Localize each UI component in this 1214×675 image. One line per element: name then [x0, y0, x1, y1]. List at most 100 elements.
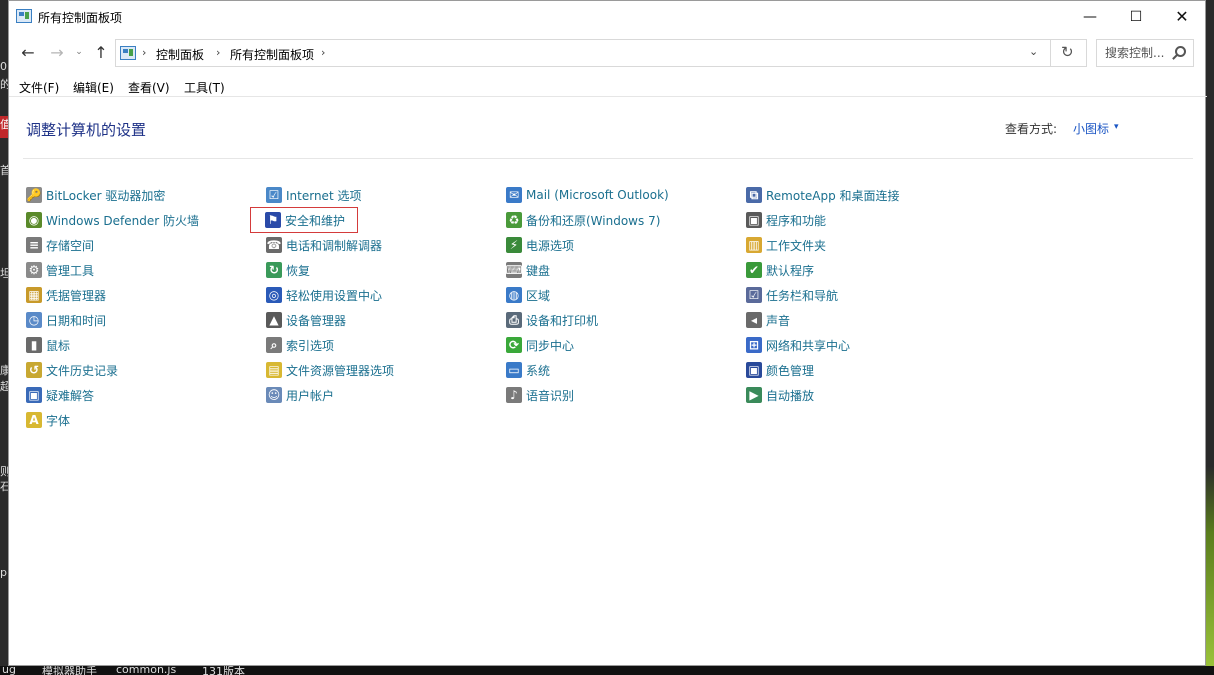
search-box[interactable]	[1096, 39, 1194, 67]
control-panel-item[interactable]: ♻ 备份和还原(Windows 7)	[506, 209, 660, 231]
control-panel-item[interactable]: ≡ 存储空间	[26, 234, 94, 256]
up-button[interactable]: ↑	[91, 41, 111, 63]
control-panel-item[interactable]: ☺ 用户帐户	[266, 384, 334, 406]
control-panel-item[interactable]: ♪ 语音识别	[506, 384, 574, 406]
refresh-button[interactable]: ↻	[1061, 43, 1074, 61]
control-panel-item[interactable]: ▣ 颜色管理	[746, 359, 814, 381]
desktop-text: p	[0, 566, 7, 579]
chevron-right-icon[interactable]: ›	[321, 46, 325, 59]
taskbar-item[interactable]: 模拟器助手	[42, 666, 97, 675]
control-panel-item[interactable]: ⎙ 设备和打印机	[506, 309, 598, 331]
watermark: CSDN @mingjing941018	[977, 646, 1187, 666]
search-icon[interactable]	[1175, 46, 1186, 57]
control-panel-item[interactable]: ☎ 电话和调制解调器	[266, 234, 382, 256]
control-panel-item-label: 存储空间	[46, 238, 95, 253]
troubleshoot-icon: ▣	[26, 387, 42, 403]
address-bar[interactable]: › 控制面板 › 所有控制面板项 › ⌄ ↻	[115, 39, 1087, 67]
control-panel-item[interactable]: ▣ 程序和功能	[746, 209, 826, 231]
control-panel-item[interactable]: ⊞ 网络和共享中心	[746, 334, 850, 356]
divider	[23, 158, 1193, 159]
control-panel-item-label: 工作文件夹	[766, 238, 827, 253]
taskbar-item[interactable]: ug	[2, 666, 16, 675]
close-button[interactable]: ✕	[1159, 1, 1205, 32]
control-panel-item-label: Mail (Microsoft Outlook)	[526, 188, 669, 202]
control-panel-item[interactable]: ⌕ 索引选项	[266, 334, 334, 356]
control-panel-item-label: RemoteApp 和桌面连接	[766, 188, 900, 203]
control-panel-item[interactable]: A 字体	[26, 409, 70, 431]
menu-file[interactable]: 文件(F)	[19, 79, 59, 96]
control-panel-item-label: 声音	[766, 313, 791, 328]
control-panel-item[interactable]: ⚑ 安全和维护	[250, 207, 359, 233]
control-panel-item[interactable]: ◍ 区域	[506, 284, 550, 306]
taskbar-item[interactable]: 131版本	[202, 666, 245, 675]
window-title: 所有控制面板项	[38, 11, 123, 25]
control-panel-item-label: 语音识别	[526, 388, 575, 403]
control-panel-item[interactable]: ☑ 任务栏和导航	[746, 284, 838, 306]
taskbar-item[interactable]: common.js	[116, 666, 176, 675]
desktop-text: 则	[0, 465, 8, 478]
microphone-icon: ♪	[506, 387, 522, 403]
control-panel-item[interactable]: ✔ 默认程序	[746, 259, 814, 281]
control-panel-item[interactable]: ▦ 凭据管理器	[26, 284, 106, 306]
menu-bar: 文件(F) 编辑(E) 查看(V) 工具(T)	[9, 75, 1207, 97]
page-title: 调整计算机的设置	[26, 121, 147, 139]
keyboard-icon: ⌨	[505, 262, 523, 278]
control-panel-item-label: 颜色管理	[766, 363, 815, 378]
control-panel-item[interactable]: ⚡ 电源选项	[506, 234, 574, 256]
control-panel-item[interactable]: ▶ 自动播放	[746, 384, 814, 406]
power-icon: ⚡	[506, 237, 522, 253]
desktop-text: 坦	[0, 267, 8, 280]
control-panel-item[interactable]: ◷ 日期和时间	[26, 309, 106, 331]
control-panel-item[interactable]: ⌨ 键盘	[505, 259, 550, 281]
control-panel-item[interactable]: ☑ Internet 选项	[266, 184, 361, 206]
default-programs-icon: ✔	[746, 262, 762, 278]
programs-icon: ▣	[746, 212, 762, 228]
control-panel-item[interactable]: ⧉ RemoteApp 和桌面连接	[746, 184, 900, 206]
control-panel-item[interactable]: 🔑 BitLocker 驱动器加密	[26, 184, 165, 206]
control-panel-item[interactable]: ◉ Windows Defender 防火墙	[26, 209, 199, 231]
bitlocker-icon: 🔑	[26, 187, 42, 203]
title-bar[interactable]: 所有控制面板项 — ☐ ✕	[9, 1, 1205, 32]
menu-edit[interactable]: 编辑(E)	[73, 79, 114, 96]
control-panel-item[interactable]: ◎ 轻松使用设置中心	[266, 284, 382, 306]
control-panel-item-label: 字体	[46, 413, 71, 428]
control-panel-item[interactable]: ✉ Mail (Microsoft Outlook)	[506, 184, 669, 206]
control-panel-item-label: 恢复	[286, 263, 311, 278]
search-input[interactable]	[1097, 40, 1173, 66]
speaker-icon: ◂	[746, 312, 762, 328]
chevron-right-icon[interactable]: ›	[142, 46, 146, 59]
control-panel-item[interactable]: ▭ 系统	[506, 359, 550, 381]
minimize-button[interactable]: —	[1067, 1, 1113, 32]
control-panel-item-label: 管理工具	[46, 263, 95, 278]
control-panel-item[interactable]: ⟳ 同步中心	[506, 334, 574, 356]
control-panel-item-label: 程序和功能	[766, 213, 827, 228]
back-button[interactable]: ←	[18, 41, 38, 63]
control-panel-item[interactable]: ▲ 设备管理器	[266, 309, 346, 331]
breadcrumb-all-items[interactable]: 所有控制面板项	[230, 46, 314, 63]
control-panel-icon	[16, 9, 32, 23]
control-panel-item[interactable]: ↻ 恢复	[266, 259, 310, 281]
chevron-right-icon[interactable]: ›	[216, 46, 220, 59]
device-manager-icon: ▲	[266, 312, 282, 328]
control-panel-item-label: 区域	[526, 288, 551, 303]
backup-icon: ♻	[506, 212, 522, 228]
control-panel-item[interactable]: ↺ 文件历史记录	[26, 359, 118, 381]
control-panel-item[interactable]: ▤ 文件资源管理器选项	[266, 359, 394, 381]
control-panel-item[interactable]: ◂ 声音	[746, 309, 790, 331]
control-panel-item-label: 设备和打印机	[526, 313, 599, 328]
maximize-button[interactable]: ☐	[1113, 1, 1159, 32]
forward-button[interactable]: →	[47, 41, 67, 63]
control-panel-item[interactable]: ▮ 鼠标	[26, 334, 70, 356]
recent-locations-button[interactable]: ⌄	[72, 41, 86, 63]
control-panel-item[interactable]: ⚙ 管理工具	[26, 259, 94, 281]
breadcrumb-control-panel[interactable]: 控制面板	[156, 46, 204, 63]
chevron-down-icon[interactable]: ▾	[1114, 122, 1119, 132]
chevron-down-icon[interactable]: ⌄	[1029, 45, 1038, 58]
control-panel-item[interactable]: ▣ 疑难解答	[26, 384, 94, 406]
menu-view[interactable]: 查看(V)	[128, 79, 170, 96]
control-panel-item[interactable]: ▥ 工作文件夹	[746, 234, 826, 256]
control-panel-item-label: 网络和共享中心	[766, 338, 851, 353]
control-panel-item-label: 用户帐户	[286, 388, 335, 403]
menu-tools[interactable]: 工具(T)	[184, 79, 225, 96]
view-by-dropdown[interactable]: 小图标	[1073, 120, 1109, 137]
